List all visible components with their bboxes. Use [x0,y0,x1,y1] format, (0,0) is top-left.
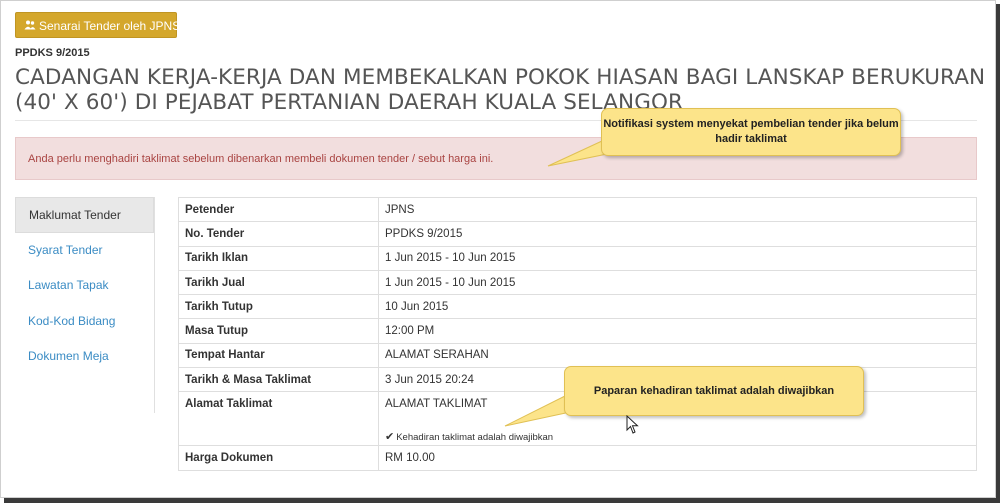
row-value: 12:00 PM [378,318,977,344]
row-label: Petender [178,196,379,223]
row-label: Tarikh Tutup [178,294,379,320]
alert-message: Anda perlu menghadiri taklimat sebelum d… [28,153,494,165]
row-value: PPDKS 9/2015 [378,221,977,247]
sidebar-item-kod-kod-bidang[interactable]: Kod-Kod Bidang [15,304,154,340]
tender-reference: PPDKS 9/2015 [15,47,90,59]
tender-sidebar: Maklumat Tender Syarat Tender Lawatan Ta… [15,197,155,413]
tender-list-button[interactable]: Senarai Tender oleh JPNS [15,12,181,39]
table-row: Tarikh Jual 1 Jun 2015 - 10 Jun 2015 [178,269,977,296]
row-label: Harga Dokumen [178,445,379,471]
row-value: RM 10.00 [378,445,977,471]
mouse-cursor-icon [626,415,639,434]
row-label: Tempat Hantar [178,342,379,369]
row-value: 1 Jun 2015 - 10 Jun 2015 [378,269,977,296]
frame-shadow-bottom [4,498,1000,503]
table-row: Tarikh Tutup 10 Jun 2015 [178,294,977,320]
check-icon: ✔ [385,431,395,444]
table-row: Petender JPNS [178,196,977,223]
frame-shadow-right [996,4,1000,503]
sidebar-item-syarat-tender[interactable]: Syarat Tender [15,233,154,269]
table-row: Tarikh Iklan 1 Jun 2015 - 10 Jun 2015 [178,245,977,271]
row-label: Alamat Taklimat [178,391,379,447]
table-row: Tempat Hantar ALAMAT SERAHAN [178,342,977,369]
row-value: ALAMAT TAKLIMAT [385,398,488,411]
notification-callout: Notifikasi system menyekat pembelian ten… [601,108,901,156]
sidebar-item-maklumat-tender[interactable]: Maklumat Tender [15,197,154,233]
table-row: Masa Tutup 12:00 PM [178,318,977,344]
attendance-callout-text: Paparan kehadiran taklimat adalah diwaji… [593,385,835,397]
row-value: 10 Jun 2015 [378,294,977,320]
notification-callout-text: Notifikasi system menyekat pembelian ten… [603,118,899,145]
attendance-required-note: ✔ Kehadiran taklimat adalah diwajibkan [385,430,553,443]
sidebar-item-lawatan-tapak[interactable]: Lawatan Tapak [15,268,154,304]
row-value: 1 Jun 2015 - 10 Jun 2015 [378,245,977,271]
row-value: ALAMAT SERAHAN [378,342,977,369]
row-value: JPNS [378,196,977,223]
row-label: Tarikh Jual [178,269,379,296]
attendance-callout: Paparan kehadiran taklimat adalah diwaji… [564,366,864,416]
row-label: Tarikh Iklan [178,245,379,271]
users-icon [24,13,36,39]
screenshot-frame: Senarai Tender oleh JPNS PPDKS 9/2015 CA… [0,0,996,498]
table-row: Harga Dokumen RM 10.00 [178,445,977,471]
sidebar-item-dokumen-meja[interactable]: Dokumen Meja [15,339,154,375]
table-row: No. Tender PPDKS 9/2015 [178,221,977,247]
tender-details-table: Petender JPNS No. Tender PPDKS 9/2015 Ta… [178,196,977,471]
attendance-required-text: Kehadiran taklimat adalah diwajibkan [396,432,554,444]
tender-list-button-label: Senarai Tender oleh JPNS [39,19,181,33]
row-label: Masa Tutup [178,318,379,344]
row-label: Tarikh & Masa Taklimat [178,367,379,393]
row-label: No. Tender [178,221,379,247]
